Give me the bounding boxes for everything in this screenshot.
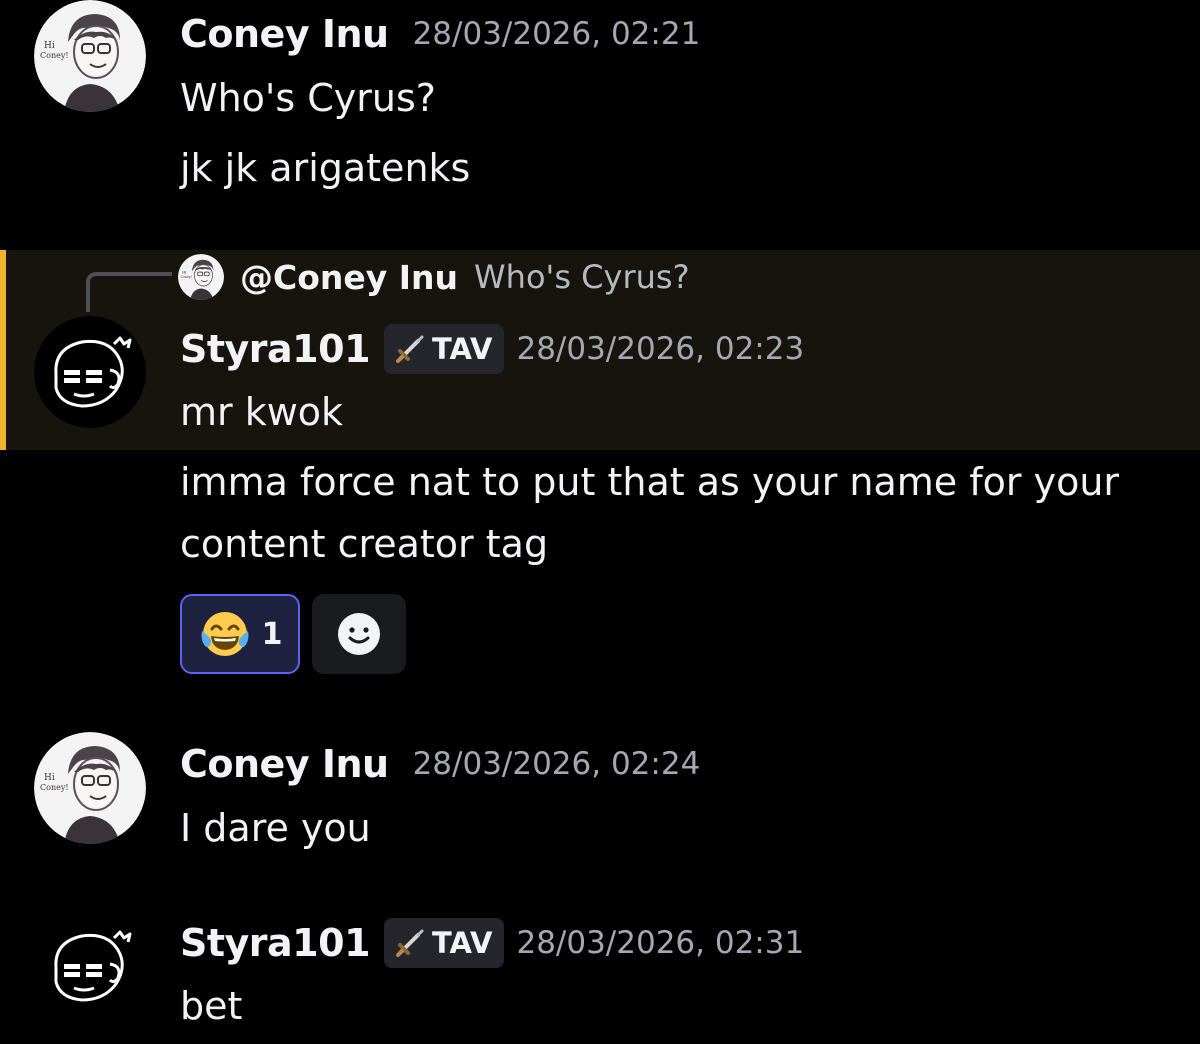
chat-log: Coney Inu 28/03/2026, 02:21 Who's Cyrus?…	[0, 0, 1200, 1044]
message-text: Who's Cyrus?	[180, 76, 436, 120]
reactions-bar: 1	[180, 594, 406, 674]
message-text: imma force nat to put that as your name …	[180, 460, 1120, 504]
username[interactable]: Coney Inu	[180, 742, 389, 786]
add-reaction-button[interactable]	[312, 594, 406, 674]
message-text: bet	[180, 984, 243, 1028]
avatar[interactable]	[34, 910, 146, 1022]
message-header: Coney Inu 28/03/2026, 02:21	[180, 12, 700, 56]
guild-tag-label: TAV	[432, 332, 493, 366]
reply-preview-text[interactable]: Who's Cyrus?	[474, 258, 690, 296]
avatar[interactable]	[34, 732, 146, 844]
guild-tag[interactable]: TAV	[384, 918, 505, 968]
message-header: Styra101 TAV 28/03/2026, 02:23	[180, 324, 804, 374]
smiley-icon	[338, 613, 380, 655]
message-text: I dare you	[180, 806, 371, 850]
username[interactable]: Styra101	[180, 327, 371, 371]
sword-icon	[394, 927, 426, 959]
timestamp: 28/03/2026, 02:31	[516, 925, 805, 961]
message-header: Coney Inu 28/03/2026, 02:24	[180, 742, 700, 786]
reply-reference[interactable]: @Coney Inu Who's Cyrus?	[178, 254, 690, 300]
message-text: jk jk arigatenks	[180, 146, 471, 190]
reply-avatar	[178, 254, 224, 300]
sword-icon	[394, 333, 426, 365]
guild-tag-label: TAV	[432, 926, 493, 960]
message-header: Styra101 TAV 28/03/2026, 02:31	[180, 918, 804, 968]
avatar[interactable]	[34, 0, 146, 112]
reply-username[interactable]: @Coney Inu	[240, 258, 458, 297]
reply-spine	[86, 272, 172, 312]
timestamp: 28/03/2026, 02:24	[412, 746, 701, 782]
timestamp: 28/03/2026, 02:21	[412, 16, 701, 52]
message-text: mr kwok	[180, 390, 344, 434]
reaction-button[interactable]: 1	[180, 594, 300, 674]
timestamp: 28/03/2026, 02:23	[516, 331, 805, 367]
username[interactable]: Coney Inu	[180, 12, 389, 56]
message-text: content creator tag	[180, 522, 549, 566]
avatar[interactable]	[34, 316, 146, 428]
face-with-tears-of-joy-icon	[201, 612, 249, 656]
reaction-count: 1	[261, 616, 283, 652]
username[interactable]: Styra101	[180, 921, 371, 965]
guild-tag[interactable]: TAV	[384, 324, 505, 374]
mention-highlight-bar	[0, 250, 6, 450]
